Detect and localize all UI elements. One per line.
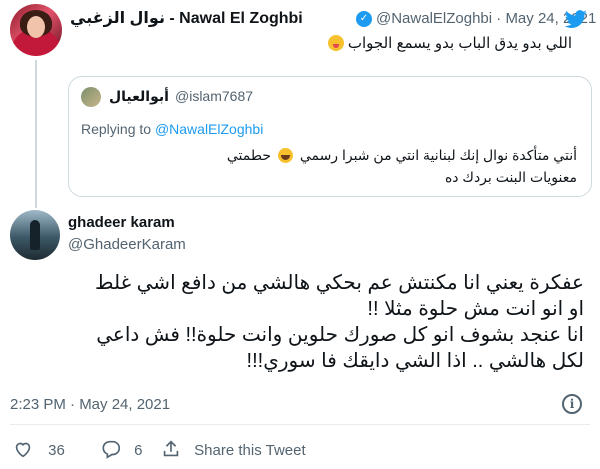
reply-text-line: لكل هالشي .. اذا الشي دايقك فا سوري!!! (246, 350, 584, 372)
reply-text-line: او انو انت مش حلوة مثلا !! (367, 298, 584, 320)
avatar-ghadeer[interactable] (10, 210, 60, 260)
tweet-header: نوال الزغبي - Nawal El Zoghbi ✓ @NawalEl… (70, 8, 596, 30)
replying-to: Replying to @NawalElZoghbi (81, 121, 263, 137)
winking-face-icon (327, 35, 344, 51)
replying-to-prefix: Replying to (81, 121, 155, 137)
quoted-display-name: أبوالعيال (109, 88, 169, 104)
tweet-text-body: اللي بدو يدق الباب بدو يسمع الجواب (347, 35, 572, 52)
avatar-face (27, 16, 45, 38)
like-button[interactable]: 36 (12, 438, 65, 460)
reply-handle[interactable]: @GhadeerKaram (68, 236, 186, 253)
reply-timestamp[interactable]: 2:23 PM · May 24, 2021 (10, 396, 170, 413)
thread-connector-line (35, 60, 37, 208)
author-display-name[interactable]: نوال الزغبي - Nawal El Zoghbi (70, 8, 303, 28)
tears-of-joy-icon (277, 148, 293, 163)
heart-icon (15, 442, 31, 458)
reply-count: 6 (134, 442, 143, 459)
share-label: Share this Tweet (194, 442, 306, 459)
quoted-handle: @islam7687 (175, 88, 254, 104)
tweet-text: اللي بدو يدق الباب بدو يسمع الجواب (324, 34, 572, 52)
reply-text-line: عفكرة يعني انا مكنتش عم بحكي هالشي من دا… (95, 272, 584, 294)
quoted-text-line-1a: أنتي متأكدة نوال إنك لبنانية انتي من شبر… (299, 147, 577, 163)
avatar-nawal[interactable] (10, 4, 62, 56)
replying-to-mention[interactable]: @NawalElZoghbi (155, 121, 263, 137)
quoted-text-line-1: أنتي متأكدة نوال إنك لبنانية انتي من شبر… (227, 147, 577, 164)
avatar-figure (30, 220, 40, 250)
reply-display-name[interactable]: ghadeer karam (68, 214, 175, 231)
reply-icon (102, 440, 121, 459)
twitter-bird-icon[interactable] (564, 8, 588, 30)
quoted-avatar[interactable] (81, 87, 101, 107)
quoted-tweet-card[interactable]: أبوالعيال @islam7687 Replying to @NawalE… (68, 76, 592, 197)
verified-badge-icon: ✓ (356, 11, 372, 27)
like-count: 36 (48, 442, 65, 459)
divider (10, 424, 590, 425)
reply-text: عفكرة يعني انا مكنتش عم بحكي هالشي من دا… (95, 270, 584, 374)
reply-text-line: انا عنجد بشوف انو كل صورك حلوين وانت حلو… (96, 324, 584, 346)
share-icon (163, 440, 179, 457)
quoted-text-line-1b: حطمتي (226, 147, 272, 163)
share-button[interactable]: Share this Tweet (160, 438, 306, 460)
info-icon[interactable]: i (562, 394, 582, 414)
quoted-text-line-2: معنويات البنت بردك ده (444, 169, 577, 185)
reply-button[interactable]: 6 (100, 438, 143, 460)
